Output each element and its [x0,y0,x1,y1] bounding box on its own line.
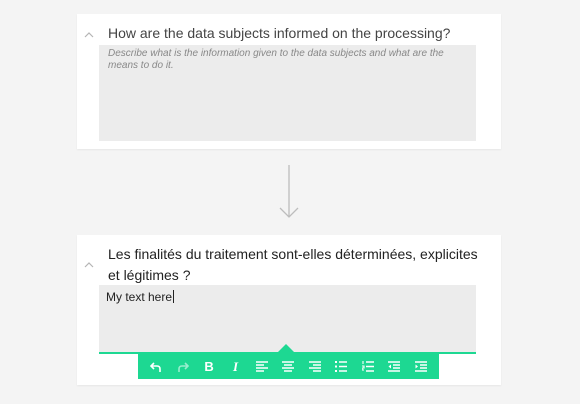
align-right-icon[interactable] [307,359,323,375]
question-card-1: How are the data subjects informed on th… [77,14,501,149]
outdent-icon[interactable] [386,359,402,375]
arrow-down-icon [279,165,299,218]
chevron-up-icon[interactable] [84,25,98,38]
bulleted-list-icon[interactable] [333,359,349,375]
align-left-icon[interactable] [254,359,270,375]
undo-icon[interactable] [148,359,164,375]
chevron-up-icon[interactable] [84,255,98,268]
numbered-list-icon[interactable] [360,359,376,375]
question-title: How are the data subjects informed on th… [108,25,451,41]
formatting-toolbar: B I [138,354,439,379]
toolbar-pointer [278,344,294,352]
answer-placeholder: Describe what is the information given t… [108,48,444,71]
editor-content[interactable]: My text here [106,290,175,304]
indent-icon[interactable] [413,359,429,375]
answer-textarea[interactable]: Describe what is the information given t… [99,45,476,141]
align-center-icon[interactable] [280,359,296,375]
redo-icon[interactable] [175,359,191,375]
question-title: Les finalités du traitement sont-elles d… [108,246,478,283]
question-card-2: Les finalités du traitement sont-elles d… [77,235,501,385]
answer-editor[interactable]: My text here [99,285,476,352]
italic-button[interactable]: I [228,359,244,375]
editor-text: My text here [106,290,173,304]
bold-button[interactable]: B [201,359,217,375]
text-cursor [173,290,175,303]
